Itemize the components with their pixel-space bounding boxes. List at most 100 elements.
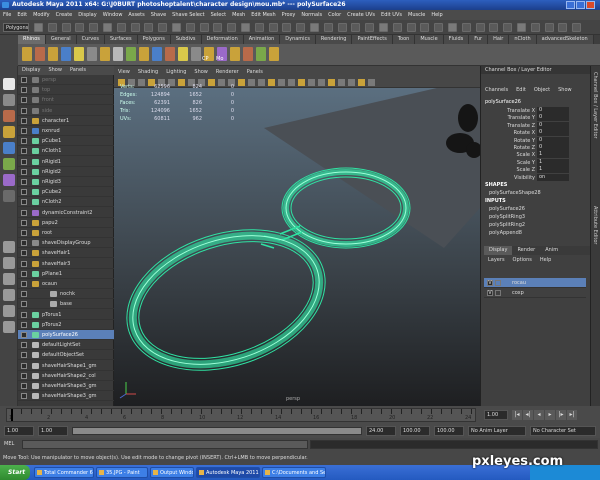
- status-tool-icon[interactable]: [227, 23, 237, 32]
- viewport-menu-lighting[interactable]: Lighting: [162, 69, 190, 75]
- expand-toggle-icon[interactable]: [21, 291, 27, 298]
- expand-toggle-icon[interactable]: [21, 342, 27, 349]
- menu-file[interactable]: File: [0, 10, 14, 20]
- layer-playback-toggle[interactable]: [495, 290, 501, 296]
- go-to-end-icon[interactable]: ▸|: [567, 410, 577, 420]
- viewport-3d[interactable]: persp: [114, 88, 480, 406]
- layout-hypershade-icon[interactable]: [3, 321, 15, 333]
- shelf-tab-toon[interactable]: Toon: [392, 35, 416, 44]
- status-tool-icon[interactable]: [572, 23, 582, 32]
- input-node[interactable]: polySurface26: [489, 206, 525, 212]
- expand-toggle-icon[interactable]: [21, 168, 27, 175]
- menu-assets[interactable]: Assets: [125, 10, 147, 20]
- status-tool-icon[interactable]: [517, 23, 526, 32]
- expand-toggle-icon[interactable]: [21, 219, 27, 226]
- shelf-tool-icon[interactable]: [100, 47, 110, 61]
- rotate-tool-icon[interactable]: [3, 142, 15, 154]
- outliner-item[interactable]: nRigid1: [18, 157, 114, 167]
- status-tool-icon[interactable]: [351, 23, 361, 32]
- status-tool-icon[interactable]: [379, 23, 388, 32]
- outliner-item[interactable]: shaveHairShape3_gm: [18, 381, 114, 391]
- viewport-tool-icon[interactable]: [348, 79, 355, 86]
- status-tool-icon[interactable]: [241, 23, 250, 32]
- layer-tab-render[interactable]: Render: [512, 246, 540, 255]
- expand-toggle-icon[interactable]: [21, 97, 27, 104]
- outliner-item[interactable]: nochk: [18, 289, 114, 300]
- shelf-tab-ncloth[interactable]: nCloth: [509, 35, 537, 44]
- channel-attribute-value[interactable]: 1: [537, 151, 569, 159]
- shelf-tab-advancedskeleton[interactable]: advancedSkeleton: [536, 35, 594, 44]
- menu-shave-select[interactable]: Shave Select: [169, 10, 207, 20]
- layer-row[interactable]: Vcoxp: [484, 288, 586, 298]
- shelf-tool-icon[interactable]: [139, 47, 149, 61]
- outliner-item[interactable]: polySurface26: [18, 330, 114, 340]
- paint-select-icon[interactable]: [3, 110, 15, 122]
- move-tool-icon[interactable]: [3, 126, 15, 138]
- expand-toggle-icon[interactable]: [21, 281, 27, 287]
- viewport-tool-icon[interactable]: [298, 79, 305, 86]
- status-tool-icon[interactable]: [448, 23, 457, 32]
- channel-menu-object[interactable]: Object: [530, 87, 554, 93]
- layer-visibility-toggle[interactable]: V: [487, 280, 493, 286]
- outliner-item[interactable]: nRigid3: [18, 177, 114, 187]
- outliner-item[interactable]: top: [18, 85, 114, 96]
- outliner-menu-show[interactable]: Show: [44, 67, 66, 73]
- shelf-tool-icon[interactable]: [243, 47, 253, 61]
- status-tool-icon[interactable]: [503, 23, 513, 32]
- status-tool-icon[interactable]: [420, 23, 430, 32]
- status-tool-icon[interactable]: [172, 23, 181, 32]
- character-set-select[interactable]: No Character Set: [530, 426, 596, 436]
- expand-toggle-icon[interactable]: [21, 87, 27, 94]
- menu-proxy[interactable]: Proxy: [279, 10, 299, 20]
- menu-edit-uvs[interactable]: Edit UVs: [378, 10, 405, 20]
- status-tool-icon[interactable]: [434, 23, 444, 32]
- outliner-item[interactable]: papu2: [18, 218, 114, 228]
- menu-color[interactable]: Color: [325, 10, 344, 20]
- outliner-menu-panels[interactable]: Panels: [66, 67, 90, 73]
- outliner-item[interactable]: nCloth2: [18, 197, 114, 208]
- status-tool-icon[interactable]: [544, 23, 554, 32]
- shelf-tab-subdivs[interactable]: Subdivs: [170, 35, 202, 44]
- menu-modify[interactable]: Modify: [30, 10, 53, 20]
- layer-menu-layers[interactable]: Layers: [484, 257, 509, 263]
- status-tool-icon[interactable]: [254, 23, 264, 32]
- status-tool-icon[interactable]: [89, 23, 99, 32]
- step-forward-icon[interactable]: |▸: [556, 410, 566, 420]
- last-tool-icon[interactable]: [3, 190, 15, 202]
- outliner-item[interactable]: persp: [18, 75, 114, 85]
- menu-window[interactable]: Window: [100, 10, 126, 20]
- scale-tool-icon[interactable]: [3, 158, 15, 170]
- outliner-item[interactable]: pTorus1: [18, 310, 114, 320]
- expand-toggle-icon[interactable]: [21, 128, 27, 134]
- side-tab-attribute-editor[interactable]: Attribute Editor: [592, 206, 598, 244]
- shelf-tool-icon[interactable]: [61, 47, 71, 61]
- taskbar-task[interactable]: Total Commander 6.03 - ...: [34, 467, 94, 478]
- channel-attribute-value[interactable]: 1: [537, 166, 569, 174]
- status-tool-icon[interactable]: [337, 23, 347, 32]
- status-tool-icon[interactable]: [116, 23, 126, 32]
- shelf-tool-icon[interactable]: [35, 47, 45, 61]
- viewport-menu-view[interactable]: View: [114, 69, 134, 75]
- outliner-item[interactable]: pCube2: [18, 187, 114, 198]
- viewport-tool-icon[interactable]: [278, 79, 285, 86]
- layout-outliner-icon[interactable]: [3, 289, 15, 301]
- anim-layer-select[interactable]: No Anim Layer: [468, 426, 526, 436]
- status-tool-icon[interactable]: [158, 23, 168, 32]
- outliner-item[interactable]: base: [18, 299, 114, 310]
- menu-normals[interactable]: Normals: [298, 10, 325, 20]
- viewport-menu-panels[interactable]: Panels: [243, 69, 267, 75]
- status-tool-icon[interactable]: [558, 23, 568, 32]
- expand-toggle-icon[interactable]: [21, 107, 27, 114]
- layout-two-icon[interactable]: [3, 273, 15, 285]
- status-tool-icon[interactable]: [75, 23, 85, 32]
- taskbar-task[interactable]: Output Window: [150, 467, 194, 478]
- outliner-item[interactable]: defaultObjectSet: [18, 350, 114, 361]
- channel-attribute-value[interactable]: 0: [537, 121, 569, 129]
- expand-toggle-icon[interactable]: [21, 250, 27, 257]
- end-time-field-2[interactable]: 100.00: [434, 426, 464, 436]
- end-time-field[interactable]: 100.00: [400, 426, 430, 436]
- outliner-item[interactable]: shaveHairShape3_gm: [18, 391, 114, 402]
- start-button[interactable]: Start: [0, 465, 30, 480]
- status-tool-icon[interactable]: [34, 23, 43, 32]
- status-tool-icon[interactable]: [323, 23, 333, 32]
